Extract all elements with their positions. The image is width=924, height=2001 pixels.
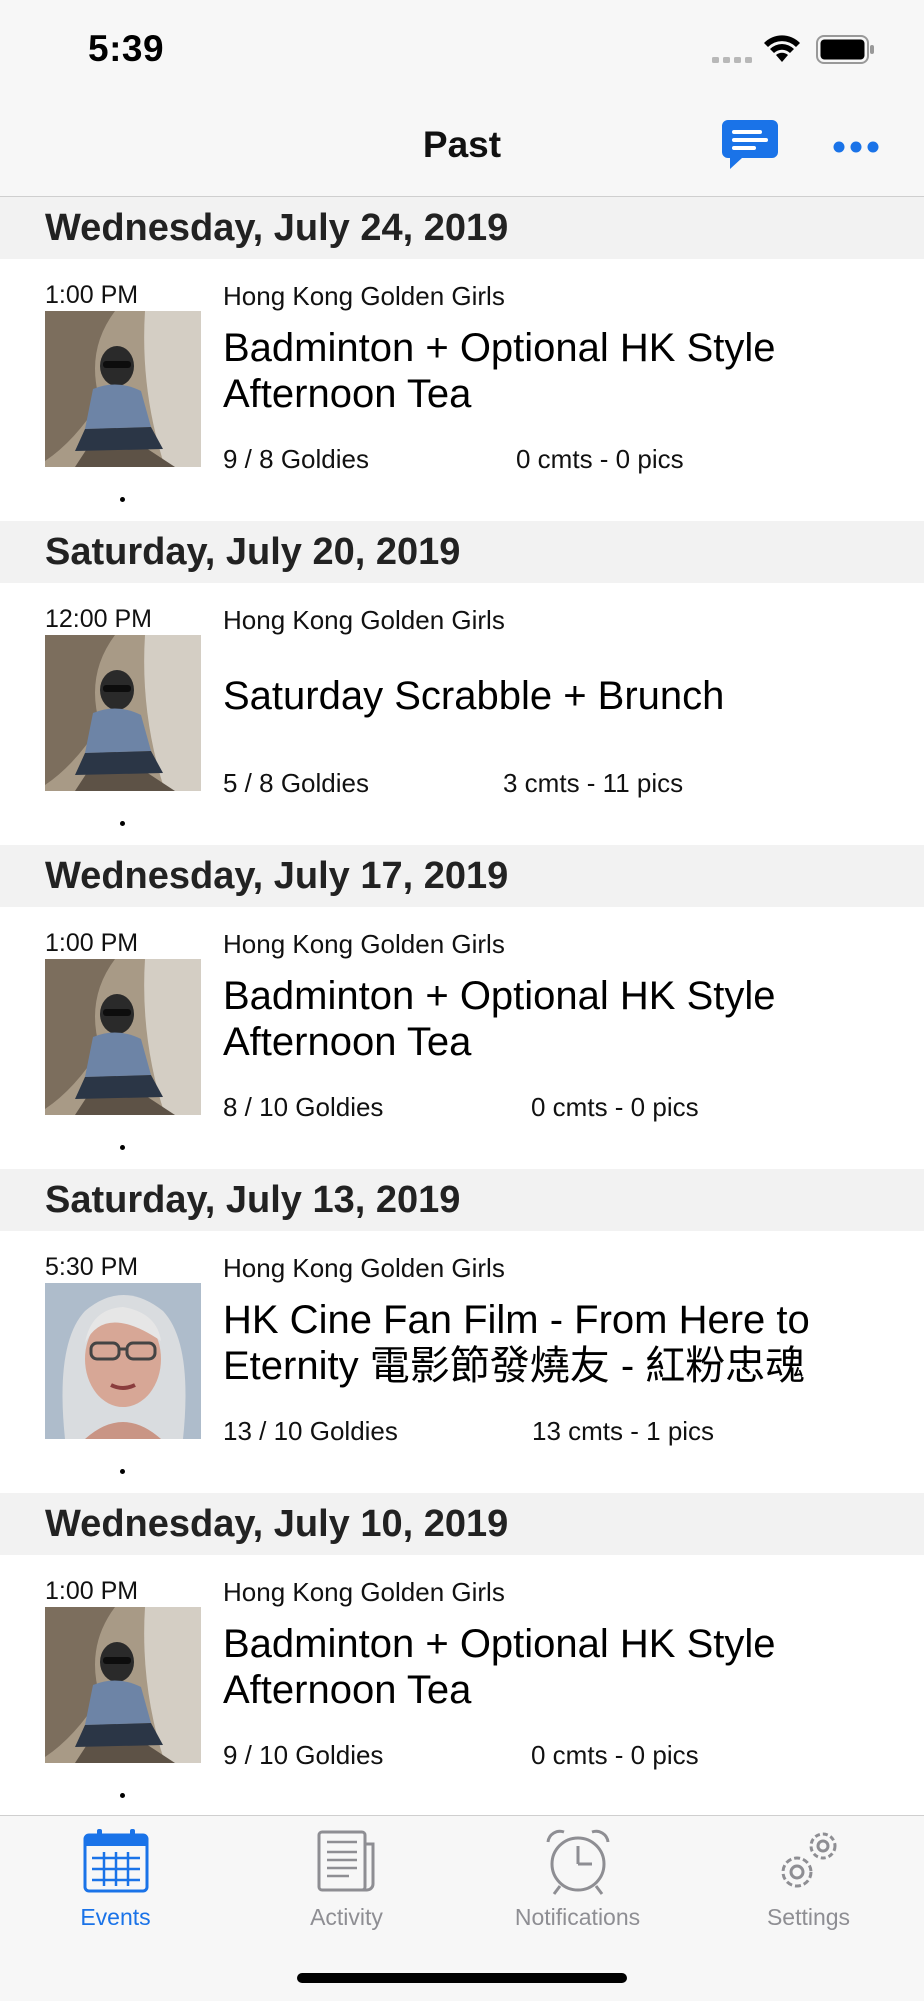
status-bar: 5:39 <box>0 0 924 100</box>
event-attendance: 9 / 8 Goldies <box>223 444 369 474</box>
date-section-header: Saturday, July 20, 2019 <box>0 521 924 583</box>
event-stats: 0 cmts - 0 pics <box>531 1092 699 1122</box>
separator-dot <box>120 1469 125 1474</box>
event-stats: 0 cmts - 0 pics <box>516 444 684 474</box>
event-time: 1:00 PM <box>45 1577 139 1605</box>
section-date: Wednesday, July 10, 2019 <box>45 1503 509 1545</box>
event-title[interactable]: Badminton + Optional HK Style Afternoon … <box>223 973 913 1065</box>
event-stats: 3 cmts - 11 pics <box>503 768 684 798</box>
event-avatar <box>45 311 201 467</box>
event-attendance: 13 / 10 Goldies <box>223 1416 398 1446</box>
tab-activity[interactable]: Activity <box>231 1816 462 1936</box>
event-group-name: Hong Kong Golden Girls <box>223 929 505 959</box>
newspaper-icon <box>317 1830 374 1892</box>
separator-dot <box>120 497 125 502</box>
tab-label: Events <box>80 1904 151 1930</box>
tab-label: Activity <box>310 1904 383 1930</box>
event-avatar <box>45 635 201 791</box>
wifi-icon <box>764 35 800 62</box>
event-row[interactable]: 12:00 PM Hong Kong Golden Girls Saturday… <box>0 583 924 845</box>
event-stats: 0 cmts - 0 pics <box>531 1740 699 1770</box>
event-title[interactable]: Saturday Scrabble + Brunch <box>223 673 913 719</box>
gears-icon <box>781 1832 836 1888</box>
event-group-name: Hong Kong Golden Girls <box>223 605 505 635</box>
tab-label: Notifications <box>514 1904 641 1930</box>
battery-icon <box>816 35 874 64</box>
separator-dot <box>120 821 125 826</box>
event-group-name: Hong Kong Golden Girls <box>223 281 505 311</box>
event-time: 1:00 PM <box>45 281 139 309</box>
date-section-header: Wednesday, July 24, 2019 <box>0 197 924 259</box>
event-avatar <box>45 1607 201 1763</box>
event-list: Wednesday, July 24, 2019 1:00 PM Hong Ko… <box>0 197 924 1817</box>
separator-dot <box>120 1145 125 1150</box>
calendar-icon <box>83 1829 148 1893</box>
event-avatar <box>45 959 201 1115</box>
alarm-clock-icon <box>546 1829 609 1895</box>
section-date: Wednesday, July 24, 2019 <box>45 207 509 249</box>
event-attendance: 5 / 8 Goldies <box>223 768 369 798</box>
event-time: 1:00 PM <box>45 929 139 957</box>
event-row[interactable]: 1:00 PM Hong Kong Golden Girls Badminton… <box>0 259 924 521</box>
event-row[interactable]: 1:00 PM Hong Kong Golden Girls Badminton… <box>0 1555 924 1817</box>
status-time: 5:39 <box>88 28 165 69</box>
navigation-bar: Past <box>0 100 924 197</box>
event-attendance: 8 / 10 Goldies <box>223 1092 384 1122</box>
separator-dot <box>120 1793 125 1798</box>
date-section-header: Saturday, July 13, 2019 <box>0 1169 924 1231</box>
event-group-name: Hong Kong Golden Girls <box>223 1577 505 1607</box>
section-date: Saturday, July 13, 2019 <box>45 1179 461 1221</box>
event-title[interactable]: Badminton + Optional HK Style Afternoon … <box>223 325 913 417</box>
section-date: Wednesday, July 17, 2019 <box>45 855 509 897</box>
event-group-name: Hong Kong Golden Girls <box>223 1253 505 1283</box>
tab-notifications[interactable]: Notifications <box>462 1816 693 1936</box>
event-row[interactable]: 5:30 PM Hong Kong Golden Girls HK Cine F… <box>0 1231 924 1493</box>
tab-settings[interactable]: Settings <box>693 1816 924 1936</box>
event-time: 5:30 PM <box>45 1253 139 1281</box>
section-date: Saturday, July 20, 2019 <box>45 531 461 573</box>
date-section-header: Wednesday, July 17, 2019 <box>0 845 924 907</box>
more-options-icon[interactable] <box>832 140 880 154</box>
page-title: Past <box>422 124 502 165</box>
event-title[interactable]: HK Cine Fan Film - From Here to Eternity… <box>223 1297 913 1389</box>
home-indicator <box>297 1973 627 1983</box>
event-avatar <box>45 1283 201 1439</box>
event-row[interactable]: 1:00 PM Hong Kong Golden Girls Badminton… <box>0 907 924 1169</box>
event-attendance: 9 / 10 Goldies <box>223 1740 384 1770</box>
cellular-signal-icon <box>712 57 752 63</box>
tab-label: Settings <box>766 1904 851 1930</box>
event-time: 12:00 PM <box>45 605 153 633</box>
event-stats: 13 cmts - 1 pics <box>532 1416 715 1446</box>
event-title[interactable]: Badminton + Optional HK Style Afternoon … <box>223 1621 913 1713</box>
date-section-header: Wednesday, July 10, 2019 <box>0 1493 924 1555</box>
tab-events[interactable]: Events <box>0 1816 231 1936</box>
chat-icon[interactable] <box>720 118 780 174</box>
